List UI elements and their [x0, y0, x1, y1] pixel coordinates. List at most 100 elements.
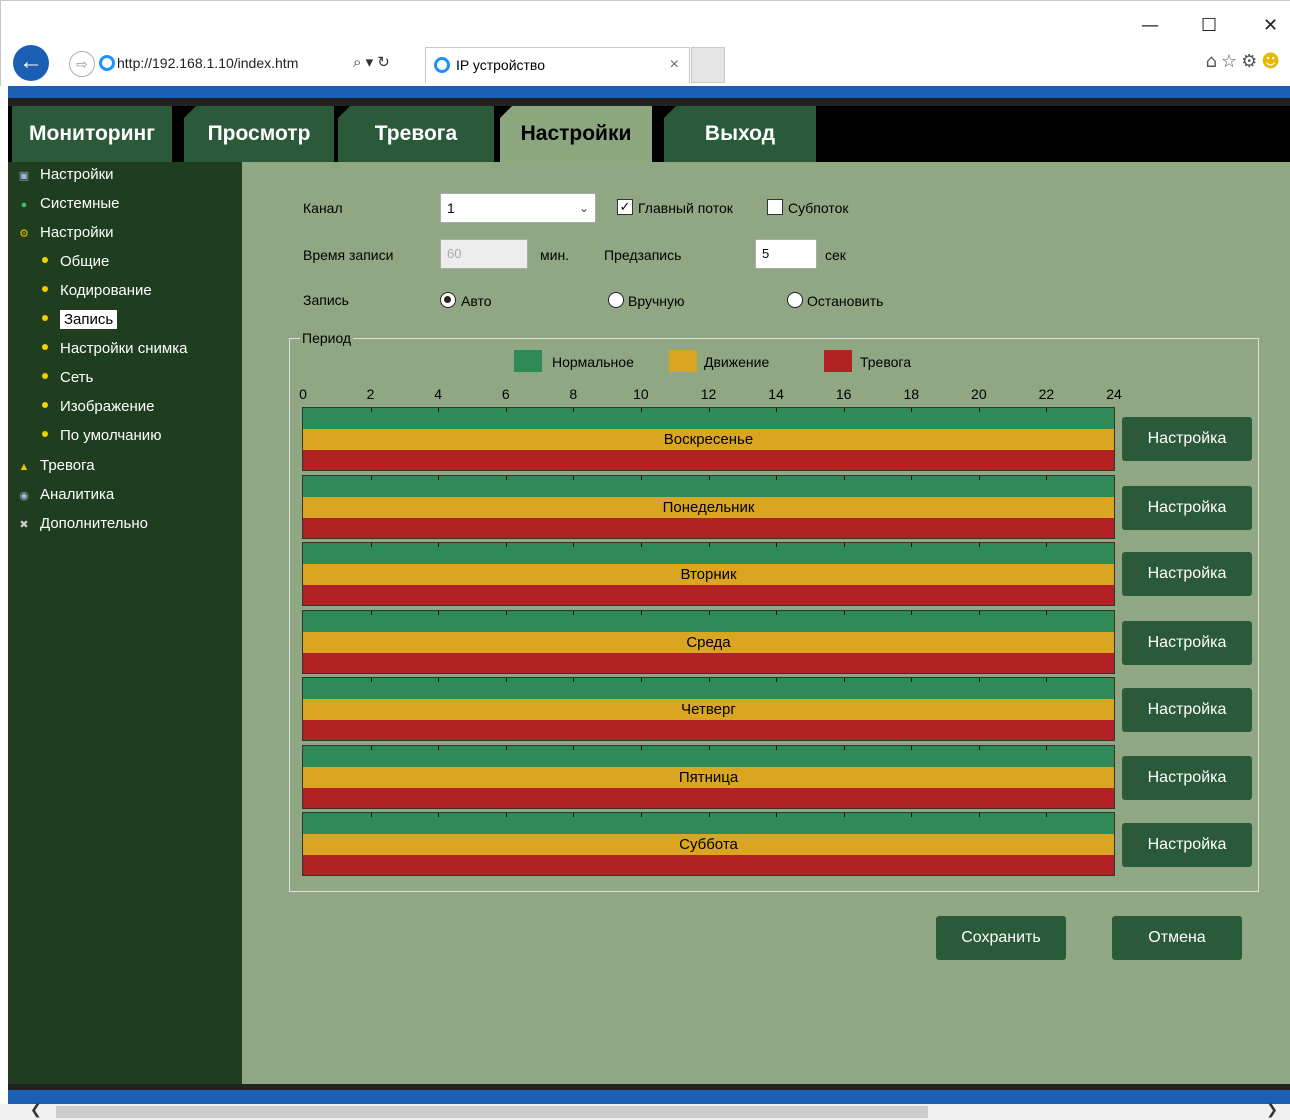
- sidebar-item-alarm[interactable]: ▲ Тревога: [18, 454, 95, 478]
- home-icon[interactable]: ⌂: [1206, 51, 1221, 72]
- address-url: http://192.168.1.10/index.htm: [117, 55, 299, 71]
- scroll-left-icon[interactable]: ❮: [30, 1101, 42, 1118]
- minimize-button[interactable]: —: [1141, 15, 1159, 36]
- main-stream-checkbox[interactable]: ✓: [617, 199, 633, 215]
- sidebar-item-encoding[interactable]: Кодирование: [8, 279, 152, 303]
- tab-settings[interactable]: Настройки: [500, 106, 652, 162]
- hour-tick-mark: [573, 813, 575, 817]
- tab-monitoring[interactable]: Мониторинг: [12, 106, 172, 162]
- horizontal-scrollbar[interactable]: ❮ ❯: [0, 1101, 1290, 1120]
- sidebar-item-network[interactable]: Сеть: [8, 366, 93, 390]
- new-tab-button[interactable]: [691, 47, 725, 83]
- hour-tick-label: 16: [835, 386, 852, 402]
- hour-tick-mark: [978, 813, 980, 817]
- address-buttons[interactable]: ⌕ ▾ ↻: [353, 47, 390, 79]
- record-mode-label: Запись: [303, 292, 349, 308]
- legend-normal-swatch: [514, 350, 542, 372]
- hour-tick-label: 24: [1106, 386, 1122, 402]
- tab-title: IP устройство: [456, 57, 545, 73]
- day-setup-button[interactable]: Настройка: [1122, 552, 1252, 596]
- hour-tick-label: 18: [903, 386, 920, 402]
- browser-tab[interactable]: IP устройство ×: [425, 47, 690, 83]
- hour-tick-mark: [438, 813, 440, 817]
- hour-tick-mark: [843, 746, 845, 750]
- legend-alarm-swatch: [824, 350, 852, 372]
- alarm-band: [303, 720, 1114, 740]
- sidebar-item-record[interactable]: Запись: [8, 308, 118, 332]
- browser-toolbar-icons: ⌂☆⚙☻: [1206, 51, 1284, 72]
- channel-select[interactable]: 1 ⌄: [440, 193, 596, 223]
- hour-tick-label: 0: [299, 386, 307, 402]
- prerecord-input[interactable]: 5: [755, 239, 817, 269]
- schedule-row[interactable]: Понедельник: [302, 475, 1115, 539]
- schedule-row[interactable]: Воскресенье: [302, 407, 1115, 471]
- cancel-button[interactable]: Отмена: [1112, 916, 1242, 960]
- schedule-row[interactable]: Суббота: [302, 812, 1115, 876]
- tab-playback-label: Просмотр: [207, 122, 311, 145]
- hour-tick-mark: [573, 476, 575, 480]
- mode-manual-label: Вручную: [628, 293, 685, 309]
- sidebar-item-analytics[interactable]: ◉ Аналитика: [18, 483, 114, 507]
- schedule-row[interactable]: Четверг: [302, 677, 1115, 741]
- chevron-down-icon: ⌄: [578, 201, 589, 215]
- close-window-button[interactable]: ✕: [1263, 15, 1278, 36]
- day-setup-button[interactable]: Настройка: [1122, 688, 1252, 732]
- hour-tick-mark: [911, 678, 913, 682]
- smiley-icon[interactable]: ☻: [1261, 51, 1284, 72]
- hour-tick-label: 22: [1038, 386, 1055, 402]
- sidebar-item-general[interactable]: Общие: [8, 250, 109, 274]
- sidebar-item-snapshot[interactable]: Настройки снимка: [8, 337, 187, 361]
- scroll-right-icon[interactable]: ❯: [1266, 1101, 1278, 1118]
- hour-tick-mark: [708, 408, 710, 412]
- sidebar-item-system[interactable]: ● Системные: [18, 192, 120, 216]
- gear-icon[interactable]: ⚙: [1241, 51, 1261, 72]
- day-setup-button[interactable]: Настройка: [1122, 417, 1252, 461]
- day-setup-button[interactable]: Настройка: [1122, 823, 1252, 867]
- sub-stream-checkbox[interactable]: [767, 199, 783, 215]
- day-setup-button[interactable]: Настройка: [1122, 756, 1252, 800]
- tab-playback[interactable]: Просмотр: [184, 106, 334, 162]
- hour-tick-mark: [911, 813, 913, 817]
- sidebar-item-default[interactable]: По умолчанию: [8, 424, 161, 448]
- tab-close-icon[interactable]: ×: [670, 48, 679, 82]
- hour-tick-label: 14: [768, 386, 784, 402]
- day-setup-button[interactable]: Настройка: [1122, 486, 1252, 530]
- mode-stop-radio[interactable]: [787, 292, 803, 308]
- hour-tick-mark: [978, 611, 980, 615]
- bullet-icon: [42, 257, 48, 264]
- channel-value: 1: [447, 200, 455, 216]
- hour-tick-mark: [573, 678, 575, 682]
- maximize-button[interactable]: ☐: [1201, 15, 1217, 36]
- sidebar-item-advanced[interactable]: ✖ Дополнительно: [18, 512, 148, 536]
- hour-tick-mark: [505, 543, 507, 547]
- schedule-row[interactable]: Вторник: [302, 542, 1115, 606]
- mode-auto-radio[interactable]: [440, 292, 456, 308]
- tab-alarm[interactable]: Тревога: [338, 106, 494, 162]
- settings-icon: ▣: [18, 170, 30, 182]
- hour-tick-mark: [505, 746, 507, 750]
- alarm-band: [303, 585, 1114, 605]
- hour-tick-mark: [843, 678, 845, 682]
- hour-tick-mark: [640, 476, 642, 480]
- forward-button[interactable]: ⇨: [69, 51, 95, 77]
- back-button[interactable]: ←: [13, 45, 49, 81]
- scrollbar-thumb[interactable]: [56, 1106, 928, 1118]
- schedule-row[interactable]: Среда: [302, 610, 1115, 674]
- hour-tick-label: 12: [700, 386, 717, 402]
- ie-tab-icon: [434, 57, 450, 73]
- tab-exit[interactable]: Выход: [664, 106, 816, 162]
- hour-tick-mark: [370, 746, 372, 750]
- bullet-icon: [42, 315, 48, 322]
- hour-tick-mark: [911, 476, 913, 480]
- sidebar-item-settings[interactable]: ⚙ Настройки: [18, 221, 114, 245]
- mode-manual-radio[interactable]: [608, 292, 624, 308]
- sidebar-item-image[interactable]: Изображение: [8, 395, 155, 419]
- hour-tick-mark: [843, 408, 845, 412]
- hour-tick-mark: [573, 611, 575, 615]
- star-icon[interactable]: ☆: [1221, 51, 1241, 72]
- browser-chrome: — ☐ ✕ ← ⇨ http://192.168.1.10/index.htm …: [0, 0, 1290, 86]
- day-setup-button[interactable]: Настройка: [1122, 621, 1252, 665]
- save-button[interactable]: Сохранить: [936, 916, 1066, 960]
- schedule-row[interactable]: Пятница: [302, 745, 1115, 809]
- sidebar-item-settings-root[interactable]: ▣ Настройки: [18, 163, 114, 187]
